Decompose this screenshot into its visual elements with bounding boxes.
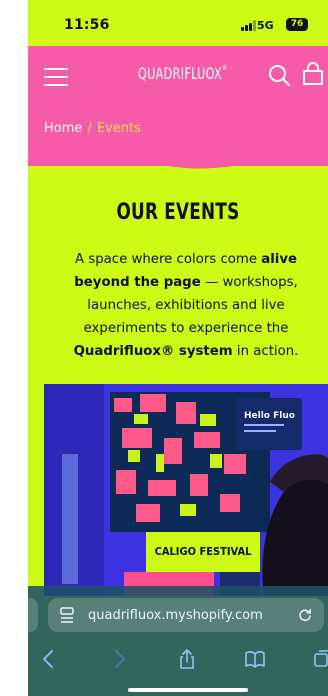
book-icon[interactable] <box>244 648 266 670</box>
previous-tab-peek[interactable] <box>28 598 38 632</box>
reload-icon[interactable] <box>298 608 312 622</box>
address-bar[interactable]: quadrifluox.myshopify.com <box>48 598 324 632</box>
site-settings-icon[interactable] <box>60 607 74 623</box>
search-icon[interactable] <box>268 64 290 86</box>
site-logo[interactable]: QUADRIFLUOX® <box>138 64 227 83</box>
chevron-right-icon[interactable] <box>108 648 130 670</box>
url-text[interactable]: quadrifluox.myshopify.com <box>88 608 263 623</box>
page-title: OUR EVENTS <box>116 200 240 225</box>
shopping-bag-icon[interactable] <box>302 62 324 86</box>
browser-viewport: 11:56 5G 76 QUADRIFLUOX® Home / Events O… <box>28 0 328 696</box>
left-bezel <box>0 0 28 696</box>
site-header: QUADRIFLUOX® Home / Events <box>28 46 328 166</box>
battery-icon: 76 <box>286 18 308 31</box>
share-icon[interactable] <box>176 648 198 670</box>
tabs-icon[interactable] <box>312 648 328 670</box>
browser-toolbar: quadrifluox.myshopify.com <box>28 586 328 696</box>
event-card[interactable]: Hello Fluo CALIGO FESTIVAL <box>44 384 328 596</box>
breadcrumb-current: Events <box>96 121 141 136</box>
status-time: 11:56 <box>64 17 110 33</box>
header-wave-divider <box>28 150 328 169</box>
network-label: 5G <box>257 19 274 32</box>
breadcrumb-separator: / <box>87 121 92 136</box>
poster-text: Hello Fluo <box>244 411 295 421</box>
breadcrumb-home[interactable]: Home <box>44 121 82 136</box>
phone-screen: 11:56 5G 76 QUADRIFLUOX® Home / Events O… <box>0 0 328 696</box>
home-indicator[interactable] <box>128 688 248 692</box>
breadcrumb: Home / Events <box>44 121 141 136</box>
caligo-festival-button[interactable]: CALIGO FESTIVAL <box>146 532 260 572</box>
events-description: A space where colors come alive beyond t… <box>73 252 299 359</box>
status-bar: 11:56 5G 76 <box>28 0 328 46</box>
hamburger-menu-icon[interactable] <box>44 68 68 86</box>
chevron-left-icon[interactable] <box>38 648 60 670</box>
